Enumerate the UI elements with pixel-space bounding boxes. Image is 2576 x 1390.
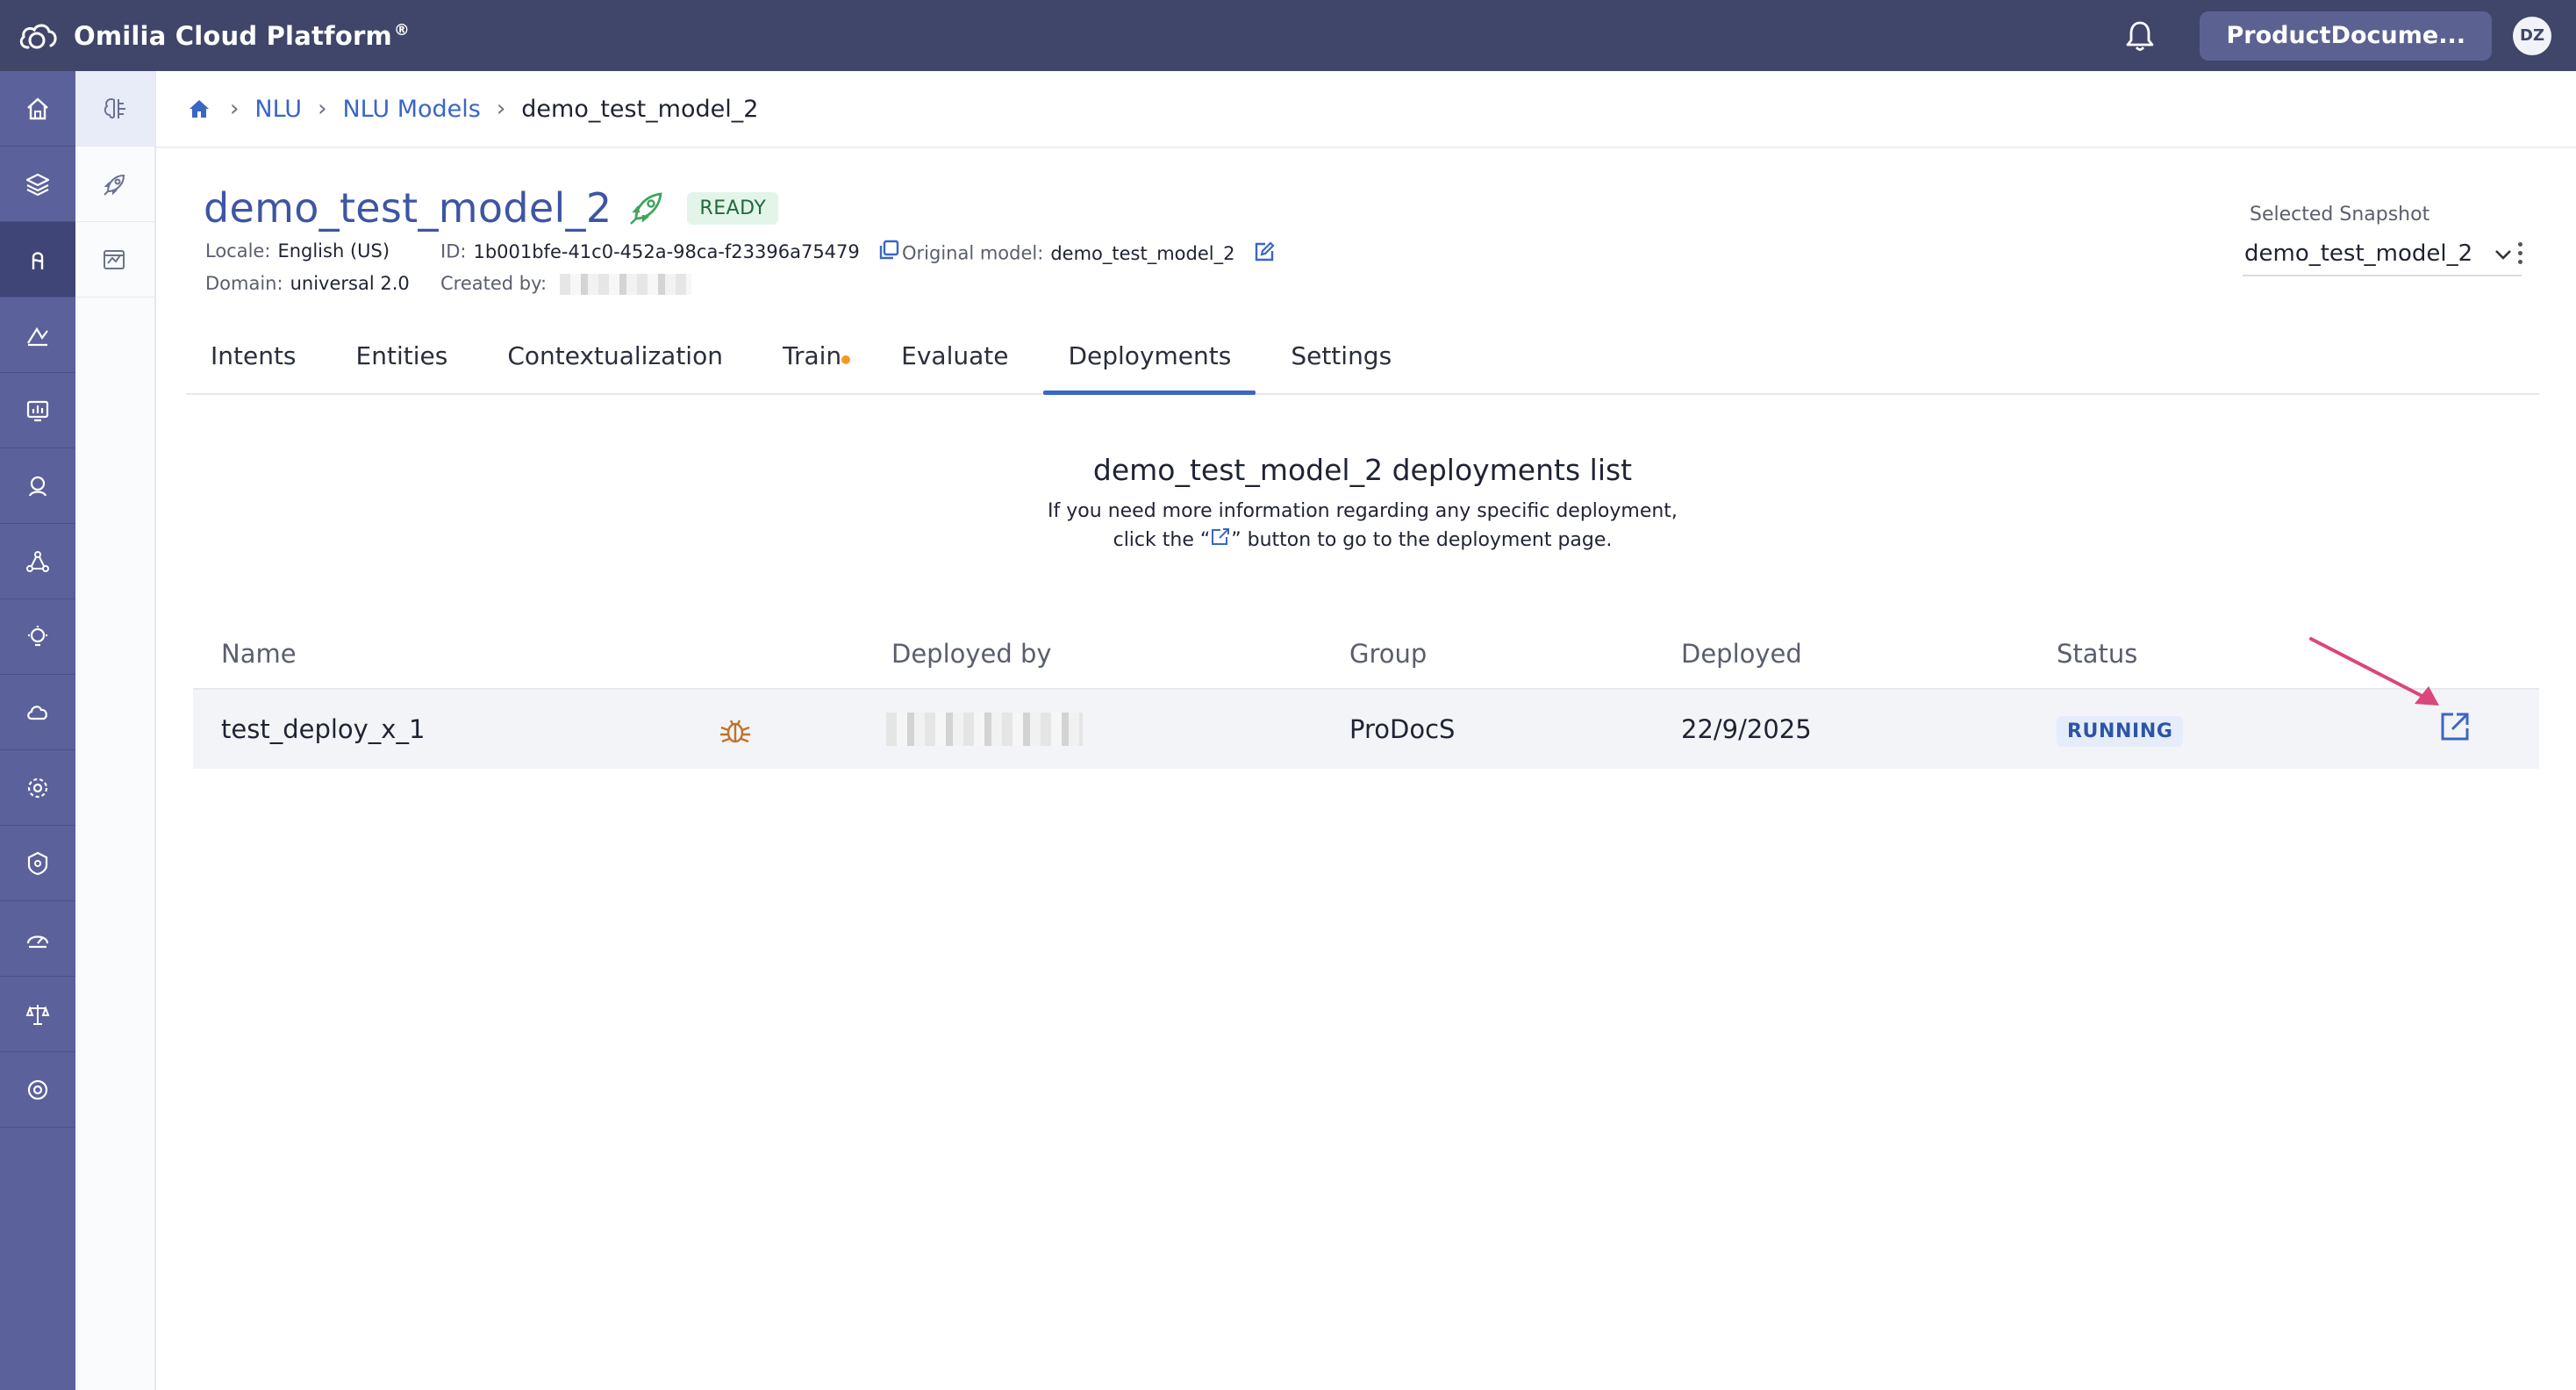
- column-group[interactable]: Group: [1349, 639, 1427, 669]
- breadcrumb-nlu-models[interactable]: NLU Models: [342, 96, 480, 123]
- deployment-group: ProDocS: [1349, 714, 1456, 744]
- created-by-meta: Created by:: [440, 273, 691, 295]
- nlu-sub-rail: [75, 71, 156, 1390]
- deployment-date: 22/9/2025: [1681, 714, 1812, 744]
- bug-icon: [718, 714, 753, 749]
- tab-label: Deployments: [1068, 341, 1232, 370]
- nav-layers-icon[interactable]: [0, 147, 75, 222]
- notification-dot: [841, 355, 851, 364]
- nav-speed-icon[interactable]: [0, 901, 75, 977]
- tab-contextualization[interactable]: Contextualization: [483, 341, 748, 393]
- deployments-description: If you need more information regarding a…: [186, 497, 2539, 555]
- tab-label: Settings: [1291, 341, 1392, 370]
- nav-network-icon[interactable]: [0, 524, 75, 599]
- created-by-label: Created by:: [440, 273, 547, 294]
- tab-label: Entities: [355, 341, 448, 370]
- external-link-icon: [1210, 527, 1231, 555]
- table-row[interactable]: test_deploy_x_1 ProDocS 22/9/2025 RUNNIN…: [193, 690, 2539, 769]
- breadcrumb-current: demo_test_model_2: [521, 95, 759, 123]
- chart-edit-icon[interactable]: [75, 222, 154, 297]
- status-badge: RUNNING: [2057, 716, 2184, 747]
- breadcrumb: › NLU › NLU Models › demo_test_model_2: [156, 71, 2576, 148]
- description-line-1: If you need more information regarding a…: [1048, 500, 1678, 522]
- tab-label: Evaluate: [901, 341, 1009, 370]
- deployments-title: demo_test_model_2 deployments list: [1092, 453, 1633, 487]
- model-header: demo_test_model_2 READY Locale: English (…: [156, 149, 2576, 325]
- tab-train[interactable]: Train: [758, 341, 866, 393]
- domain-meta: Domain: universal 2.0: [205, 273, 410, 294]
- tab-label: Contextualization: [507, 341, 723, 370]
- nav-cloud-icon[interactable]: [0, 675, 75, 750]
- tab-evaluate[interactable]: Evaluate: [877, 341, 1033, 393]
- nav-home-icon[interactable]: [0, 71, 75, 147]
- breadcrumb-nlu[interactable]: NLU: [254, 96, 302, 123]
- redacted-deployed-by: [886, 713, 1083, 746]
- more-options-icon[interactable]: [2511, 235, 2529, 270]
- rocket-deployed-icon: [627, 187, 669, 229]
- snapshot-label: Selected Snapshot: [2250, 204, 2430, 226]
- brain-icon[interactable]: [75, 71, 154, 147]
- snapshot-value: demo_test_model_2: [2244, 240, 2473, 267]
- table-header: Name Deployed by Group Deployed Status: [193, 623, 2539, 690]
- tab-settings[interactable]: Settings: [1266, 341, 1416, 393]
- chevron-right-icon: ›: [318, 96, 327, 122]
- description-post: ” button to go to the deployment page.: [1231, 529, 1613, 551]
- chevron-right-icon: ›: [230, 96, 240, 122]
- nav-settings-icon[interactable]: [0, 750, 75, 826]
- nav-monitor-icon[interactable]: [0, 373, 75, 448]
- id-value: 1b001bfe-41c0-452a-98ca-f23396a75479: [473, 240, 860, 262]
- locale-meta: Locale: English (US): [205, 240, 390, 262]
- copy-icon[interactable]: [877, 239, 900, 266]
- column-status[interactable]: Status: [2057, 639, 2137, 669]
- nav-support-icon[interactable]: [0, 1052, 75, 1128]
- top-bar: Omilia Cloud Platform ® ProductDocume... …: [0, 0, 2576, 71]
- edit-icon[interactable]: [1253, 240, 1276, 268]
- nav-agent-icon[interactable]: [0, 448, 75, 524]
- model-title: demo_test_model_2: [204, 184, 612, 232]
- description-pre: click the “: [1113, 529, 1211, 551]
- snapshot-select[interactable]: demo_test_model_2: [2243, 233, 2522, 276]
- domain-label: Domain:: [205, 273, 283, 294]
- registered-mark: ®: [393, 20, 411, 39]
- id-meta: ID: 1b001bfe-41c0-452a-98ca-f23396a75479: [440, 239, 900, 266]
- redacted-user: [559, 274, 691, 295]
- main-nav-rail: [0, 71, 75, 1390]
- locale-value: English (US): [277, 240, 390, 262]
- domain-value: universal 2.0: [290, 273, 410, 294]
- tab-intents[interactable]: Intents: [186, 341, 321, 393]
- column-name[interactable]: Name: [221, 639, 297, 669]
- bell-icon[interactable]: [2121, 17, 2159, 55]
- nav-security-icon[interactable]: [0, 826, 75, 901]
- tab-deployments[interactable]: Deployments: [1043, 341, 1256, 395]
- nav-insights-icon[interactable]: [0, 599, 75, 675]
- nav-nlu-icon[interactable]: [0, 222, 75, 297]
- snapshot-selector[interactable]: Selected Snapshot demo_test_model_2: [2243, 204, 2522, 276]
- annotation-arrow-icon: [2309, 637, 2439, 706]
- deployments-table: Name Deployed by Group Deployed Status t…: [193, 623, 2539, 769]
- ready-badge: READY: [687, 191, 779, 225]
- column-deployed[interactable]: Deployed: [1681, 639, 1802, 669]
- id-label: ID:: [440, 240, 467, 262]
- cloud-logo-icon: [16, 18, 60, 54]
- original-model-meta: Original model: demo_test_model_2: [902, 240, 1276, 268]
- brand[interactable]: Omilia Cloud Platform ®: [16, 18, 410, 54]
- locale-label: Locale:: [205, 240, 271, 262]
- deployment-name: test_deploy_x_1: [221, 714, 426, 744]
- organization-button[interactable]: ProductDocume...: [2200, 11, 2492, 61]
- column-deployed-by[interactable]: Deployed by: [891, 639, 1052, 669]
- model-tabs: Intents Entities Contextualization Train…: [186, 325, 2539, 395]
- home-icon[interactable]: [188, 96, 214, 122]
- rocket-icon[interactable]: [75, 147, 154, 222]
- original-model-value[interactable]: demo_test_model_2: [1050, 243, 1234, 264]
- chevron-right-icon: ›: [496, 96, 506, 122]
- tab-label: Intents: [211, 341, 297, 370]
- nav-legal-icon[interactable]: [0, 977, 75, 1052]
- tab-entities[interactable]: Entities: [332, 341, 473, 393]
- original-model-label: Original model:: [902, 242, 1044, 264]
- app-name: Omilia Cloud Platform: [74, 20, 392, 51]
- user-avatar[interactable]: DZ: [2513, 16, 2551, 55]
- chevron-down-icon: [2494, 240, 2513, 267]
- tab-label: Train: [782, 341, 842, 370]
- nav-analytics-icon[interactable]: [0, 297, 75, 373]
